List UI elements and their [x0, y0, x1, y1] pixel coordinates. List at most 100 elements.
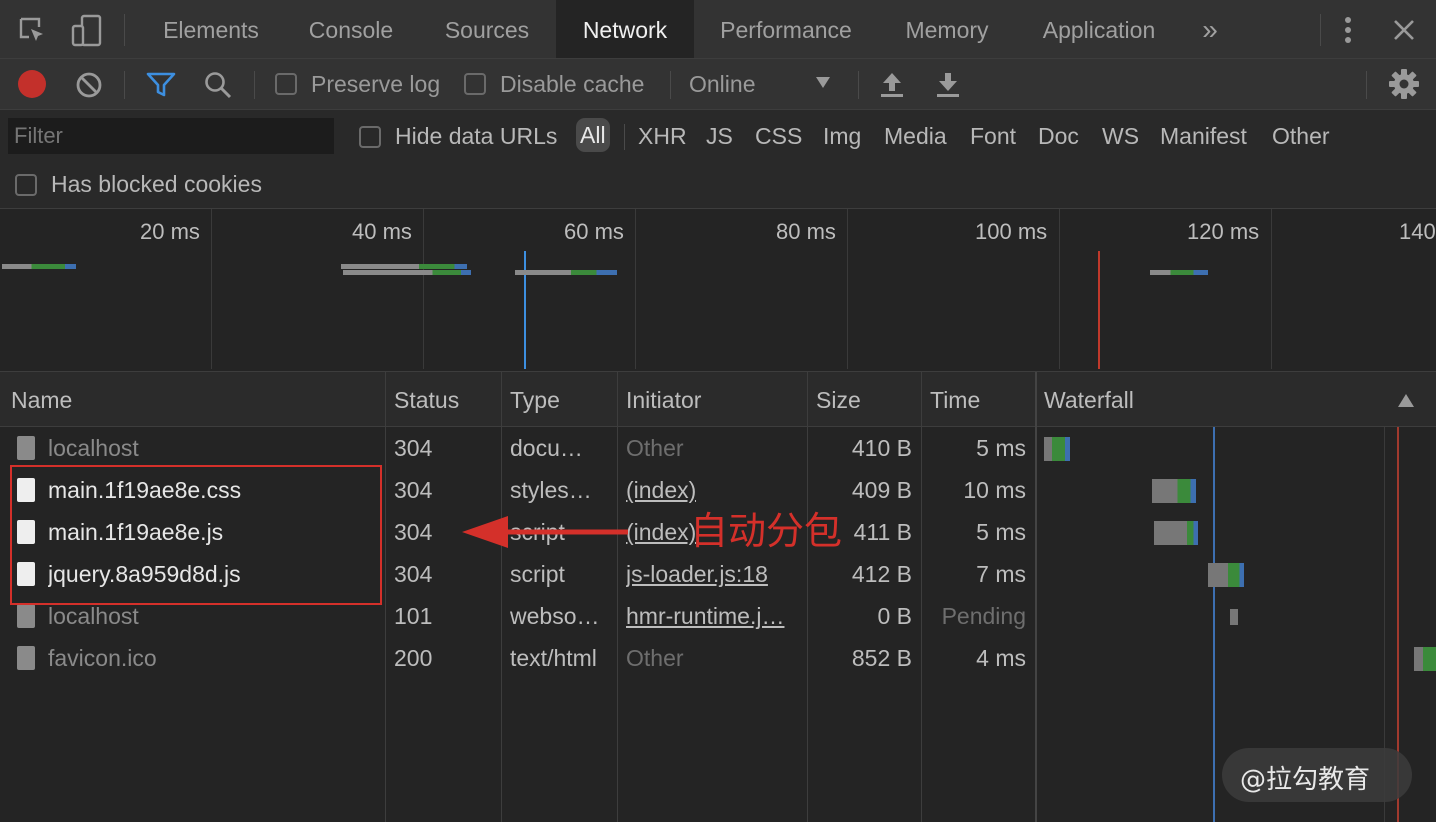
column-header-name[interactable]: Name — [11, 372, 72, 428]
tick-label: 140 — [1399, 219, 1436, 244]
type-filter-xhr[interactable]: XHR — [638, 122, 687, 150]
export-har-icon[interactable] — [934, 69, 962, 99]
tab-separator — [124, 14, 125, 46]
type-filter-manifest[interactable]: Manifest — [1160, 122, 1247, 150]
waterfall-bar — [1154, 521, 1198, 545]
tab-sources[interactable]: Sources — [428, 0, 546, 58]
request-status: 304 — [394, 561, 433, 587]
column-header-status[interactable]: Status — [394, 372, 459, 428]
tab-performance[interactable]: Performance — [708, 0, 864, 58]
initiator-link[interactable]: (index) — [626, 469, 696, 511]
kebab-menu-icon[interactable] — [1338, 14, 1358, 46]
dom-content-loaded-line — [524, 251, 526, 369]
document-file-icon — [17, 436, 35, 460]
tick-label: 120 ms — [1187, 219, 1260, 244]
inspect-element-icon[interactable] — [18, 16, 48, 46]
type-filter-ws[interactable]: WS — [1102, 122, 1139, 150]
tick-label: 100 ms — [975, 219, 1048, 244]
gridline — [423, 209, 424, 369]
tab-application[interactable]: Application — [1026, 0, 1172, 58]
initiator-link[interactable]: js-loader.js:18 — [626, 553, 801, 595]
request-time: 10 ms — [963, 477, 1026, 503]
preserve-log-label: Preserve log — [311, 71, 441, 97]
gridline — [1059, 209, 1060, 369]
column-header-size[interactable]: Size — [816, 372, 861, 428]
requests-table-header: Name Status Type Initiator Size Time Wat… — [0, 372, 1436, 427]
disable-cache-label: Disable cache — [500, 71, 645, 97]
watermark-text: @拉勾教育 — [1240, 765, 1371, 795]
request-time: 5 ms — [976, 435, 1026, 461]
close-icon[interactable] — [1392, 18, 1416, 42]
search-icon[interactable] — [203, 70, 233, 100]
request-type: docu… — [510, 435, 583, 461]
device-toolbar-icon[interactable] — [70, 14, 104, 48]
throttling-value: Online — [689, 71, 756, 97]
initiator-link[interactable]: (index) — [626, 511, 696, 553]
import-har-icon[interactable] — [878, 69, 906, 99]
websocket-file-icon — [17, 604, 35, 628]
devtools-tab-bar: Elements Console Sources Network Perform… — [0, 0, 1436, 59]
type-filter-css[interactable]: CSS — [755, 122, 802, 150]
settings-gear-icon[interactable] — [1388, 68, 1420, 100]
tick-label: 20 ms — [140, 219, 200, 244]
blocked-cookies-checkbox[interactable] — [15, 174, 37, 196]
filter-separator — [624, 124, 625, 150]
type-filter-doc[interactable]: Doc — [1038, 122, 1079, 150]
request-status: 200 — [394, 645, 433, 671]
request-size: 852 B — [851, 645, 912, 671]
sort-ascending-icon[interactable] — [1398, 394, 1414, 407]
gridline — [1271, 209, 1272, 369]
type-filter-all[interactable]: All — [576, 118, 610, 152]
watermark: @拉勾教育 — [1222, 748, 1412, 802]
type-filter-font[interactable]: Font — [970, 122, 1016, 150]
tab-separator — [1320, 14, 1321, 46]
record-button[interactable] — [18, 70, 46, 98]
type-filter-js[interactable]: JS — [706, 122, 733, 150]
request-initiator: Other — [626, 435, 684, 461]
column-header-type[interactable]: Type — [510, 372, 560, 428]
tab-memory[interactable]: Memory — [890, 0, 1004, 58]
timeline-overview[interactable]: 20 ms 40 ms 60 ms 80 ms 100 ms 120 ms 14… — [0, 209, 1436, 372]
request-initiator: Other — [626, 645, 684, 671]
request-status: 304 — [394, 519, 433, 545]
overview-request-bar — [343, 270, 471, 275]
tick-label: 60 ms — [564, 219, 624, 244]
overview-request-bar — [2, 264, 76, 269]
toolbar-separator — [254, 71, 255, 99]
filter-bar: Hide data URLs All XHR JS CSS Img Media … — [0, 110, 1436, 209]
waterfall-bar — [1044, 437, 1070, 461]
toolbar-separator — [124, 71, 125, 99]
filter-input[interactable] — [8, 118, 334, 154]
column-header-initiator[interactable]: Initiator — [626, 372, 701, 428]
request-time: 7 ms — [976, 561, 1026, 587]
more-tabs-button[interactable]: » — [1190, 0, 1230, 58]
preserve-log-checkbox[interactable] — [275, 73, 297, 95]
load-event-line — [1098, 251, 1100, 369]
annotation-label: 自动分包 — [690, 509, 843, 553]
request-time: 4 ms — [976, 645, 1026, 671]
highlight-box — [10, 465, 382, 605]
disable-cache-checkbox[interactable] — [464, 73, 486, 95]
tab-network[interactable]: Network — [556, 0, 694, 58]
filter-icon[interactable] — [146, 71, 176, 99]
request-size: 412 B — [851, 561, 912, 587]
throttling-select[interactable]: Online — [680, 59, 840, 109]
tab-elements[interactable]: Elements — [148, 0, 274, 58]
type-filter-other[interactable]: Other — [1272, 122, 1330, 150]
initiator-link[interactable]: hmr-runtime.j… — [626, 595, 801, 637]
hide-data-urls-label: Hide data URLs — [395, 123, 558, 149]
type-filter-media[interactable]: Media — [884, 122, 947, 150]
hide-data-urls-checkbox[interactable] — [359, 126, 381, 148]
clear-icon[interactable] — [75, 71, 103, 99]
toolbar-separator — [670, 71, 671, 99]
column-header-time[interactable]: Time — [930, 372, 980, 428]
gridline — [211, 209, 212, 369]
overview-request-bar — [515, 270, 617, 275]
request-time: 5 ms — [976, 519, 1026, 545]
column-header-waterfall[interactable]: Waterfall — [1044, 372, 1134, 428]
gridline — [847, 209, 848, 369]
tab-console[interactable]: Console — [294, 0, 408, 58]
table-row[interactable]: favicon.ico 200 text/html Other 852 B 4 … — [0, 637, 1436, 679]
type-filter-img[interactable]: Img — [823, 122, 861, 150]
table-row[interactable]: localhost 304 docu… Other 410 B 5 ms — [0, 427, 1436, 469]
